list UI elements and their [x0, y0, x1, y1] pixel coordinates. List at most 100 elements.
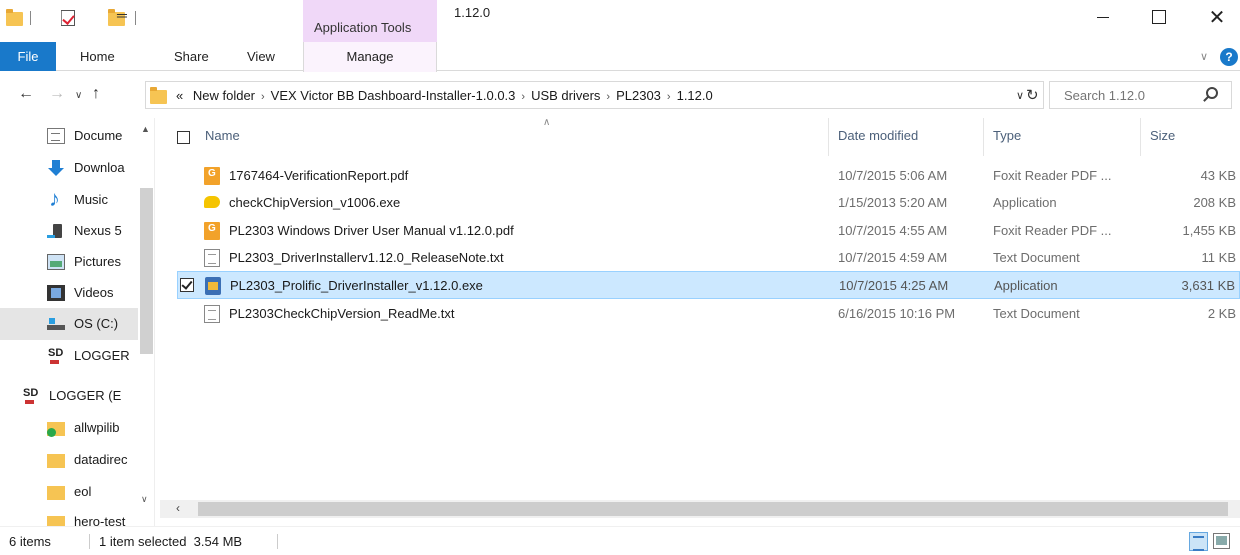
- nav-item-hero-test[interactable]: hero-test: [0, 506, 138, 526]
- breadcrumb-item[interactable]: 1.12.0: [677, 88, 713, 103]
- file-name: PL2303CheckChipVersion_ReadMe.txt: [229, 306, 455, 321]
- downloads-icon: [47, 160, 65, 176]
- nav-item-os-c[interactable]: OS (C:): [0, 308, 138, 340]
- tab-file[interactable]: File: [0, 42, 56, 71]
- nav-item-nexus5[interactable]: Nexus 5: [0, 215, 138, 247]
- breadcrumb: « New folder › VEX Victor BB Dashboard-Ins…: [176, 88, 713, 103]
- chevron-right-icon[interactable]: ›: [606, 91, 610, 103]
- contextual-tab-group: Application Tools: [303, 0, 437, 42]
- address-row: ← → ∨ ↑ « New folder › VEX Victor BB Dashb…: [0, 76, 1240, 116]
- column-divider[interactable]: [983, 118, 984, 156]
- expand-ribbon-chevron-icon[interactable]: ∨: [1200, 50, 1208, 63]
- file-row-selected[interactable]: PL2303_Prolific_DriverInstaller_v1.12.0.…: [177, 271, 1240, 299]
- nav-item-label: LOGGER (E: [49, 388, 122, 403]
- tab-home[interactable]: Home: [80, 42, 115, 71]
- recent-locations-chevron-icon[interactable]: ∨: [75, 90, 82, 101]
- nav-item-music[interactable]: Music: [0, 184, 138, 216]
- chevron-right-icon[interactable]: ›: [667, 91, 671, 103]
- scroll-left-arrow-icon[interactable]: ‹: [176, 501, 180, 515]
- column-header-date-modified[interactable]: Date modified: [838, 128, 918, 143]
- nav-item-label: eol: [74, 484, 92, 499]
- nav-item-label: Music: [74, 192, 108, 207]
- tab-view[interactable]: View: [247, 42, 275, 71]
- back-arrow-icon[interactable]: ←: [18, 85, 34, 103]
- breadcrumb-item[interactable]: PL2303: [616, 88, 661, 103]
- breadcrumb-item[interactable]: USB drivers: [531, 88, 600, 103]
- up-arrow-icon[interactable]: ↑: [92, 85, 100, 103]
- folder-icon: [47, 516, 65, 526]
- scroll-down-arrow-icon[interactable]: ∨: [141, 494, 148, 505]
- nav-item-allwpilib[interactable]: allwpilib: [0, 412, 138, 444]
- status-bar: 6 items 1 item selected 3.54 MB: [0, 526, 1240, 555]
- window-title: 1.12.0: [454, 5, 491, 20]
- nav-item-datadirec[interactable]: datadirec: [0, 444, 138, 476]
- file-size: 3,631 KB: [1181, 278, 1236, 293]
- file-type: Application: [994, 278, 1058, 293]
- column-divider[interactable]: [1140, 118, 1141, 156]
- nav-item-downloads[interactable]: Downloa: [0, 152, 138, 184]
- row-checkbox[interactable]: [180, 278, 194, 292]
- sd-card-icon: [22, 388, 40, 404]
- breadcrumb-item[interactable]: New folder: [193, 88, 255, 103]
- breadcrumb-overflow[interactable]: «: [176, 88, 183, 103]
- address-dropdown-chevron-icon[interactable]: ∨: [1016, 89, 1024, 102]
- search-box[interactable]: [1049, 81, 1232, 109]
- address-bar[interactable]: « New folder › VEX Victor BB Dashboard-Ins…: [145, 81, 1044, 109]
- tab-manage[interactable]: Manage: [303, 42, 437, 72]
- properties-icon[interactable]: [60, 10, 75, 26]
- sort-ascending-icon: ∧: [543, 117, 551, 128]
- nav-item-pictures[interactable]: Pictures: [0, 246, 138, 278]
- file-row[interactable]: 1767464-VerificationReport.pdf 10/7/2015…: [177, 162, 1240, 190]
- nav-item-documents[interactable]: Docume: [0, 120, 138, 152]
- column-divider[interactable]: [828, 118, 829, 156]
- column-header-name[interactable]: Name: [205, 128, 240, 143]
- pdf-icon: [204, 167, 220, 185]
- file-row[interactable]: PL2303CheckChipVersion_ReadMe.txt 6/16/2…: [177, 300, 1240, 328]
- forward-arrow-icon[interactable]: →: [49, 85, 65, 103]
- maximize-button[interactable]: [1136, 0, 1182, 34]
- help-icon[interactable]: ?: [1220, 48, 1238, 66]
- large-icons-view-icon[interactable]: [1213, 533, 1230, 549]
- column-header-size[interactable]: Size: [1150, 128, 1175, 143]
- chevron-right-icon[interactable]: ›: [521, 91, 525, 103]
- select-all-checkbox[interactable]: [177, 131, 190, 144]
- file-date-modified: 10/7/2015 4:59 AM: [838, 250, 948, 265]
- refresh-icon[interactable]: ↻: [1026, 86, 1039, 104]
- search-input[interactable]: [1050, 82, 1200, 108]
- pictures-icon: [47, 254, 65, 270]
- search-icon[interactable]: [1206, 87, 1218, 99]
- breadcrumb-item[interactable]: VEX Victor BB Dashboard-Installer-1.0.0.…: [271, 88, 516, 103]
- file-type: Text Document: [993, 250, 1080, 265]
- status-divider: [277, 534, 278, 549]
- scroll-up-arrow-icon[interactable]: ▲: [141, 124, 150, 134]
- file-name: 1767464-VerificationReport.pdf: [229, 168, 409, 183]
- horizontal-scroll-thumb[interactable]: [198, 502, 1228, 516]
- nav-item-videos[interactable]: Videos: [0, 277, 138, 309]
- file-size: 11 KB: [1201, 250, 1236, 265]
- status-selection-info: 1 item selected 3.54 MB: [99, 534, 243, 549]
- details-view-icon[interactable]: [1189, 532, 1208, 551]
- file-row[interactable]: PL2303 Windows Driver User Manual v1.12.…: [177, 217, 1240, 245]
- file-row[interactable]: PL2303_DriverInstallerv1.12.0_ReleaseNot…: [177, 244, 1240, 272]
- nav-pane-scroll-thumb[interactable]: [140, 188, 153, 354]
- pdf-icon: [204, 222, 220, 240]
- column-header-type[interactable]: Type: [993, 128, 1021, 143]
- horizontal-scrollbar[interactable]: ‹: [160, 500, 1240, 518]
- minimize-button[interactable]: [1080, 0, 1126, 34]
- file-type: Text Document: [993, 306, 1080, 321]
- close-button[interactable]: ✕: [1194, 0, 1240, 34]
- nav-item-logger[interactable]: LOGGER: [0, 340, 138, 372]
- file-size: 1,455 KB: [1182, 223, 1237, 238]
- chevron-right-icon[interactable]: ›: [261, 91, 265, 103]
- nav-item-logger-e[interactable]: LOGGER (E: [0, 380, 138, 412]
- file-row[interactable]: checkChipVersion_v1006.exe 1/15/2013 5:2…: [177, 189, 1240, 217]
- quick-access-dropdown-icon[interactable]: ═: [117, 7, 127, 23]
- nav-item-label: allwpilib: [74, 420, 120, 435]
- installer-icon: [205, 277, 221, 295]
- folder-icon: [150, 87, 167, 104]
- nav-item-label: Pictures: [74, 254, 121, 269]
- tab-share[interactable]: Share: [174, 42, 209, 71]
- separator: [30, 11, 31, 25]
- nav-item-eol[interactable]: eol: [0, 476, 138, 508]
- file-type: Foxit Reader PDF ...: [993, 168, 1112, 183]
